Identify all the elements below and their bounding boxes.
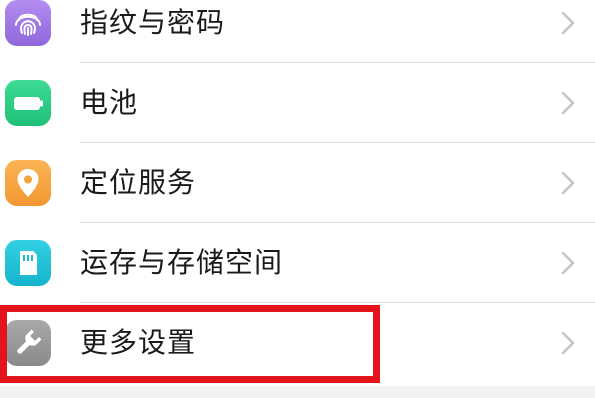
chevron-right-icon xyxy=(561,11,575,35)
chevron-right-icon xyxy=(561,171,575,195)
settings-item-battery[interactable]: 电池 xyxy=(0,63,595,143)
chevron-right-icon xyxy=(561,251,575,275)
location-pin-icon xyxy=(5,160,51,206)
settings-item-ram-storage[interactable]: 运存与存储空间 xyxy=(0,223,595,303)
fingerprint-icon xyxy=(5,0,51,46)
settings-item-more-settings[interactable]: 更多设置 xyxy=(0,303,595,383)
settings-item-label: 电池 xyxy=(80,86,139,119)
chevron-right-icon xyxy=(561,91,575,115)
settings-item-label: 定位服务 xyxy=(80,166,197,199)
settings-item-fingerprint-password[interactable]: 指纹与密码 xyxy=(0,0,595,63)
settings-item-label: 更多设置 xyxy=(80,326,197,359)
settings-item-label: 运存与存储空间 xyxy=(80,246,284,279)
battery-icon xyxy=(5,80,51,126)
list-bottom-separator xyxy=(0,386,595,398)
chevron-right-icon xyxy=(561,331,575,355)
storage-card-icon xyxy=(5,240,51,286)
settings-list: 指纹与密码 电池 定位服务 运存与存储空间 更多设置 xyxy=(0,0,595,398)
settings-item-location-services[interactable]: 定位服务 xyxy=(0,143,595,223)
settings-item-label: 指纹与密码 xyxy=(80,6,226,39)
wrench-icon xyxy=(5,320,51,366)
